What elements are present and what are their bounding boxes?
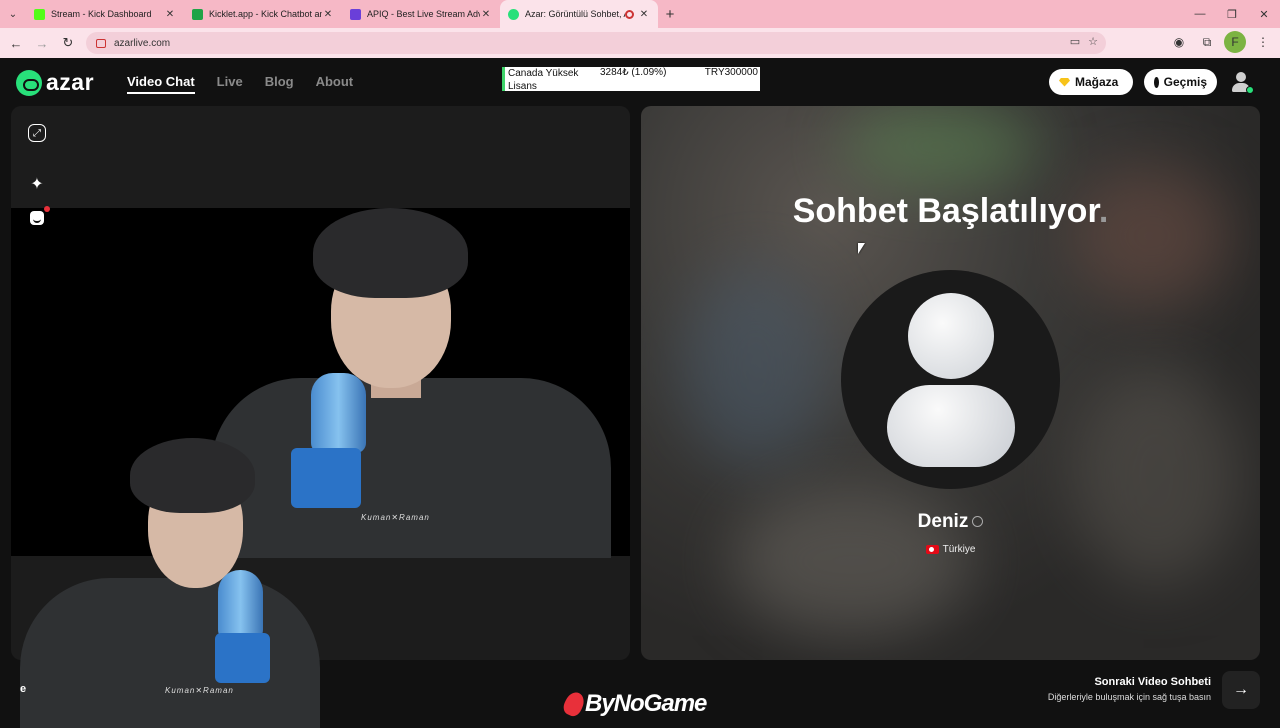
store-label: Mağaza bbox=[1075, 75, 1119, 89]
back-icon[interactable]: ← bbox=[4, 31, 28, 55]
country-text: Türkiye bbox=[942, 544, 976, 555]
browser-tab-apiq[interactable]: APIQ - Best Live Stream Adverti ✕ bbox=[342, 0, 500, 28]
partner-video-panel: Sohbet Başlatılıyor. Deniz Türkiye bbox=[641, 106, 1260, 660]
nav-about[interactable]: About bbox=[316, 74, 354, 94]
browser-menu-icon[interactable]: ⋮ bbox=[1252, 31, 1274, 53]
notification-dot bbox=[44, 206, 50, 212]
verified-icon bbox=[972, 516, 984, 528]
effects-sparkle-icon[interactable]: ✦ bbox=[26, 173, 48, 195]
connection-status-title: Sohbet Başlatılıyor. bbox=[641, 192, 1260, 231]
main-nav: Video Chat Live Blog About bbox=[127, 74, 353, 94]
browser-toolbar: ◉ ⧉ F ⋮ bbox=[1168, 31, 1274, 53]
tab-title: Azar: Görüntülü Sohbet, Ar bbox=[525, 9, 625, 19]
ticker-change: 3284₺ (1.09%) bbox=[600, 67, 667, 78]
close-tab-icon[interactable]: ✕ bbox=[480, 9, 492, 20]
browser-tab-azar[interactable]: Azar: Görüntülü Sohbet, Ar ✕ bbox=[500, 0, 658, 28]
close-window-icon[interactable]: ✕ bbox=[1248, 0, 1280, 28]
forward-icon[interactable]: → bbox=[30, 31, 54, 55]
reload-icon[interactable]: ↻ bbox=[56, 31, 80, 55]
tab-title: Stream - Kick Dashboard bbox=[51, 9, 152, 19]
status-dot: . bbox=[1098, 192, 1109, 230]
browser-tab-bar: ⌄ Stream - Kick Dashboard ✕ Kicklet.app … bbox=[0, 0, 1280, 28]
new-tab-button[interactable]: + bbox=[658, 6, 682, 23]
close-tab-icon[interactable]: ✕ bbox=[638, 9, 650, 20]
history-label: Geçmiş bbox=[1163, 75, 1207, 89]
partner-country: Türkiye bbox=[641, 544, 1260, 555]
avatar-head-shape bbox=[908, 293, 994, 379]
ad-ticker[interactable]: Canada Yüksek Lisans 3284₺ (1.09%) TRY30… bbox=[502, 67, 760, 92]
tab-title: APIQ - Best Live Stream Adverti bbox=[367, 9, 480, 19]
camera-permission-icon[interactable] bbox=[96, 38, 106, 48]
streamer-overlay-figure: Kuman✕Raman bbox=[0, 438, 320, 728]
tab-title: Kicklet.app - Kick Chatbot and ( bbox=[209, 9, 322, 19]
restore-icon[interactable]: ❐ bbox=[1216, 0, 1248, 28]
apiq-favicon-icon bbox=[350, 8, 361, 20]
sponsor-logo: ByNoGame bbox=[560, 689, 707, 719]
kicklet-favicon-icon bbox=[192, 8, 203, 20]
extension-icon[interactable]: ◉ bbox=[1168, 31, 1190, 53]
profile-initial: F bbox=[1224, 31, 1246, 53]
minimize-icon[interactable]: — bbox=[1184, 0, 1216, 28]
browser-address-bar: ← → ↻ azarlive.com ▭ ☆ bbox=[0, 28, 1280, 58]
url-input[interactable]: azarlive.com ▭ ☆ bbox=[86, 32, 1106, 54]
mouse-cursor-icon bbox=[858, 243, 865, 254]
kick-favicon-icon bbox=[34, 8, 45, 20]
left-footer-text: e bbox=[20, 683, 27, 695]
history-button[interactable]: Geçmiş bbox=[1144, 69, 1217, 95]
nav-blog[interactable]: Blog bbox=[265, 74, 294, 94]
clock-icon bbox=[1154, 76, 1159, 88]
store-button[interactable]: Mağaza bbox=[1049, 69, 1133, 95]
ticker-amount: TRY300000 bbox=[704, 67, 758, 78]
cast-icon[interactable]: ▭ bbox=[1070, 35, 1080, 48]
status-text: Sohbet Başlatılıyor bbox=[792, 192, 1099, 230]
gem-icon bbox=[1059, 77, 1070, 87]
azar-favicon-icon bbox=[508, 8, 519, 20]
logo-text: azar bbox=[46, 69, 95, 95]
url-text: azarlive.com bbox=[114, 37, 171, 49]
bynogame-logo-icon bbox=[560, 689, 588, 719]
nav-live[interactable]: Live bbox=[217, 74, 243, 94]
sponsor-text: ByNoGame bbox=[585, 690, 707, 717]
online-badge bbox=[1246, 86, 1254, 94]
avatar-head-shape bbox=[1236, 72, 1246, 82]
ticker-name: Canada Yüksek Lisans bbox=[508, 68, 579, 92]
profile-avatar[interactable]: F bbox=[1224, 31, 1246, 53]
turkey-flag-icon bbox=[925, 544, 939, 554]
next-chat-button[interactable]: → bbox=[1222, 671, 1260, 709]
partner-avatar bbox=[841, 270, 1060, 489]
azar-page: azar Video Chat Live Blog About Canada Y… bbox=[0, 58, 1280, 728]
next-chat-title: Sonraki Video Sohbeti bbox=[1094, 676, 1211, 688]
close-tab-icon[interactable]: ✕ bbox=[322, 9, 334, 20]
close-tab-icon[interactable]: ✕ bbox=[164, 9, 176, 20]
user-avatar[interactable] bbox=[1229, 70, 1254, 94]
window-controls: — ❐ ✕ bbox=[1184, 0, 1280, 28]
fullscreen-expand-icon[interactable]: ⤢ bbox=[28, 124, 46, 142]
face-icon bbox=[30, 211, 44, 225]
arrow-right-icon: → bbox=[1233, 681, 1249, 698]
tab-search-chevron-icon[interactable]: ⌄ bbox=[0, 0, 26, 28]
azar-logo-icon bbox=[16, 69, 42, 96]
partner-name-text: Deniz bbox=[917, 511, 969, 532]
next-chat-subtitle: Diğerleriyle buluşmak için sağ tuşa bası… bbox=[1047, 692, 1211, 702]
recording-indicator-icon bbox=[625, 9, 634, 19]
browser-tab-kick-dashboard[interactable]: Stream - Kick Dashboard ✕ bbox=[26, 0, 184, 28]
site-header: azar Video Chat Live Blog About Canada Y… bbox=[0, 58, 1270, 106]
nav-video-chat[interactable]: Video Chat bbox=[127, 74, 195, 94]
browser-tab-kicklet[interactable]: Kicklet.app - Kick Chatbot and ( ✕ bbox=[184, 0, 342, 28]
avatar-body-shape bbox=[887, 385, 1015, 467]
bookmark-star-icon[interactable]: ☆ bbox=[1088, 35, 1098, 48]
azar-logo[interactable]: azar bbox=[16, 69, 94, 96]
extensions-puzzle-icon[interactable]: ⧉ bbox=[1196, 31, 1218, 53]
partner-name: Deniz bbox=[641, 511, 1260, 533]
